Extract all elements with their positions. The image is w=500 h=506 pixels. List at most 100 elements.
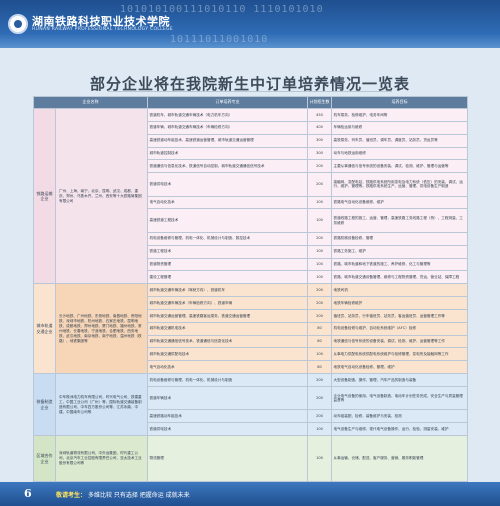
major-cell: 城市轨道交通供配电技术 (147, 347, 308, 362)
goal-cell: 从事电力供配电系统供配电系统维护与检修管理、变电所及接触网等工作 (331, 347, 468, 362)
count-cell: 200 (307, 409, 332, 424)
goal-cell: 接触网、变配电站、铁路供电系统所用变电及电力系统（低压）的安装、调试、运行、维护… (331, 172, 468, 197)
category-cell: 城市轨道交通企业 (33, 283, 56, 375)
order-training-table: 企业名称 订单培养专业 计划招生数 培养目标 铁路运输企业 广州、上海、南宁、北京… (33, 96, 468, 482)
goal-cell: 电气设备生产与维修、现代电气设备操作、运行、检验、测量安装、维护 (331, 422, 468, 437)
goal-cell: 铁路机械设备检修、管理 (331, 231, 468, 246)
major-cell: 铁道供电技术 (147, 172, 308, 197)
goal-cell: 动车组装配、检修、装备维护与安装、检测 (331, 409, 468, 424)
company-list-cell: 中车株洲电力机车有限公司、时代电气公司、铁建重工、中国工业公司（广州）等、国际轨… (55, 373, 148, 437)
goal-cell: 铁道线路工程的施工、运营、管理，高速铁路工务线路工程（桥）、工程测量、工务维修 (331, 208, 468, 233)
major-cell: 铁道供电技术 (147, 422, 308, 437)
major-cell: 城市轨道交通运营管理、高速铁路客运乘务、铁道交通运营管理 (147, 308, 308, 323)
count-cell: 80 (307, 360, 332, 375)
footer-label: 敬请考生： (56, 492, 87, 499)
goal-cell: 地铁车辆检修维护 (331, 296, 468, 310)
major-cell: 铁道车辆技术 (147, 385, 308, 411)
goal-cell: 地铁司机 (331, 283, 468, 298)
table-body: 铁路运输企业 广州、上海、南宁、北京、昆明、武汉、成都、重庆、郑州、乌鲁木齐、兰州… (33, 107, 468, 482)
major-cell: 高速铁道动车组技术、高速铁道运营管理、城市轨道交通运营管理 (147, 133, 308, 148)
major-cell: 城市轨道交通车辆技术（驾驶方向）、铁道机车 (147, 283, 308, 298)
goal-cell: 机电设备检修与维护、自动化系统维护（AFC）检修 (331, 321, 468, 336)
goal-cell: 铁路工务施工、维护 (331, 244, 468, 259)
table-row: 铁路运输企业 广州、上海、南宁、北京、昆明、武汉、成都、重庆、郑州、乌鲁木齐、兰州… (33, 107, 468, 285)
title-divider (108, 91, 392, 92)
header-banner: 101010100111010110 1110101010 1011101100… (0, 0, 500, 48)
count-cell: 200 (307, 385, 332, 411)
major-cell: 铁道通信与信息化技术、铁道信号自动控制、城市轨道交通通信信号技术 (147, 159, 308, 174)
major-cell: 电气自动化技术 (147, 195, 308, 210)
goal-cell: 机车乘务、检修维护、电务车间等 (331, 108, 468, 122)
company-list-cell: 广州、上海、南宁、北京、昆明、武汉、成都、重庆、郑州、乌鲁木齐、兰州、西安等十大… (55, 107, 148, 285)
school-logo-icon (8, 14, 28, 34)
major-cell: 机电设备维修与管理、机电一体化、机械设计与制造、数控技术 (147, 231, 308, 246)
goal-cell: 动车与地铁运用维修 (331, 146, 468, 161)
school-name-en: HUNAN RAILWAY PROFESSIONAL TECHNOLOGY CO… (32, 27, 173, 32)
major-cell: 高速铁路动车组技术 (147, 409, 308, 424)
count-cell: 100 (307, 435, 332, 482)
category-cell: 铁路运输企业 (33, 107, 56, 285)
count-cell: 100 (307, 422, 332, 437)
count-cell: 400 (307, 120, 332, 135)
goal-cell: 值班员、站务员、行车值班员、站务员、客运值班员、运营管理工作等 (331, 308, 468, 323)
count-cell: 200 (307, 283, 332, 298)
goal-cell: 地铁电气自动化设备检修、管理、维护 (331, 360, 468, 375)
major-cell: 城市轨道交通车辆技术（车辆检修方向）、铁道车辆 (147, 296, 308, 310)
table-row: 区域合作企业 深圳轨道物流有限公司、中外运集团、时代重工公司、北京汽车工业控股有限… (33, 435, 468, 482)
header-company: 企业名称 (33, 96, 148, 109)
count-cell: 200 (307, 172, 332, 197)
binary-decoration-2: 10111011001010 (170, 34, 269, 45)
table-header-row: 企业名称 订单培养专业 计划招生数 培养目标 (33, 96, 468, 109)
footer-banner: 6 敬请考生： 多维比较 只有选择 把握命运 成就未来 (0, 482, 500, 506)
count-cell: 300 (307, 133, 332, 148)
goal-cell: 大型设备制造、操作、管理，汽车产品的制造与装备 (331, 373, 468, 387)
company-list-cell: 深圳轨道物流有限公司、中外运集团、时代重工公司、北京汽车工业控股有限责任公司、亚… (55, 435, 148, 482)
goal-cell: 车辆检运用与维修 (331, 120, 468, 135)
count-cell: 100 (307, 270, 332, 285)
count-cell: 200 (307, 373, 332, 387)
count-cell: 100 (307, 347, 332, 362)
major-cell: 城市轨道交通通信信号技术、铁道通信与信息化技术 (147, 334, 308, 349)
count-cell: 450 (307, 108, 332, 122)
footer-text: 多维比较 只有选择 把握命运 成就未来 (87, 492, 190, 499)
major-cell: 电气自动化技术 (147, 360, 308, 375)
count-cell: 100 (307, 195, 332, 210)
major-cell: 物流管理 (147, 435, 308, 482)
count-cell: 200 (307, 308, 332, 323)
goal-cell: 企业电气设备的使用、电气设备制造、电动车计划任务完成、安全生产与质量管理监督等 (331, 385, 468, 411)
count-cell: 100 (307, 257, 332, 272)
major-cell: 铁道车辆、城市轨道交通车辆技术（车辆检修方向） (147, 120, 308, 135)
count-cell: 80 (307, 321, 332, 336)
major-cell: 城市轨道交通机电技术 (147, 321, 308, 336)
major-cell: 城市轨道控制技术 (147, 146, 308, 161)
count-cell: 200 (307, 159, 332, 174)
goal-cell: 从事运输、仓储、配送、客户服务、营销、服务职能管理 (331, 435, 468, 482)
header-count: 计划招生数 (307, 96, 332, 109)
major-cell: 铁道物资管理 (147, 257, 308, 272)
count-cell: 100 (307, 208, 332, 233)
company-list-cell: 长沙地铁、广州地铁、东莞地铁、南昌地铁、贵阳地铁、深圳市地铁、杭州地铁、石家庄地… (55, 283, 148, 375)
goal-cell: 地铁通信与信号系统的设备安装、调试、检测、维护、运营管理等工作 (331, 334, 468, 349)
major-cell: 建设工程管理 (147, 270, 308, 285)
count-cell: 100 (307, 244, 332, 259)
page-number: 6 (24, 487, 32, 500)
goal-cell: 铁路、城市轨道和地下铁道的施工、养护维修、化工与管理等 (331, 257, 468, 272)
goal-cell: 主要从事通信与信号系统的设备安装、调试、检测、维护、管理与运营等 (331, 159, 468, 174)
count-cell: 200 (307, 296, 332, 310)
major-cell: 铁道机车、城市轨道交通车辆技术（电力机车方向） (147, 108, 308, 122)
footer-slogan: 敬请考生： 多维比较 只有选择 把握命运 成就未来 (56, 490, 190, 499)
major-cell: 高速铁道工程技术 (147, 208, 308, 233)
goal-cell: 铁路电气自动化设备维修、维护 (331, 195, 468, 210)
goal-cell: 铁路、城市轨道交通设备管理、维修与工程物资管理、货运、营业站、保障工程 (331, 270, 468, 285)
major-cell: 铁道工程技术 (147, 244, 308, 259)
category-cell: 区域合作企业 (33, 435, 56, 482)
header-goal: 培养目标 (331, 96, 468, 109)
goal-cell: 高铁乘务、列车员、值班员、调车员、调度员、站务员、货运员等 (331, 133, 468, 148)
count-cell: 300 (307, 146, 332, 161)
table-row: 装备制造企业 中车株洲电力机车有限公司、时代电气公司、铁建重工、中国工业公司（广州… (33, 373, 468, 437)
count-cell: 80 (307, 334, 332, 349)
header-major: 订单培养专业 (147, 96, 308, 109)
table-row: 城市轨道交通企业 长沙地铁、广州地铁、东莞地铁、南昌地铁、贵阳地铁、深圳市地铁、杭… (33, 283, 468, 375)
count-cell: 200 (307, 231, 332, 246)
category-cell: 装备制造企业 (33, 373, 56, 437)
